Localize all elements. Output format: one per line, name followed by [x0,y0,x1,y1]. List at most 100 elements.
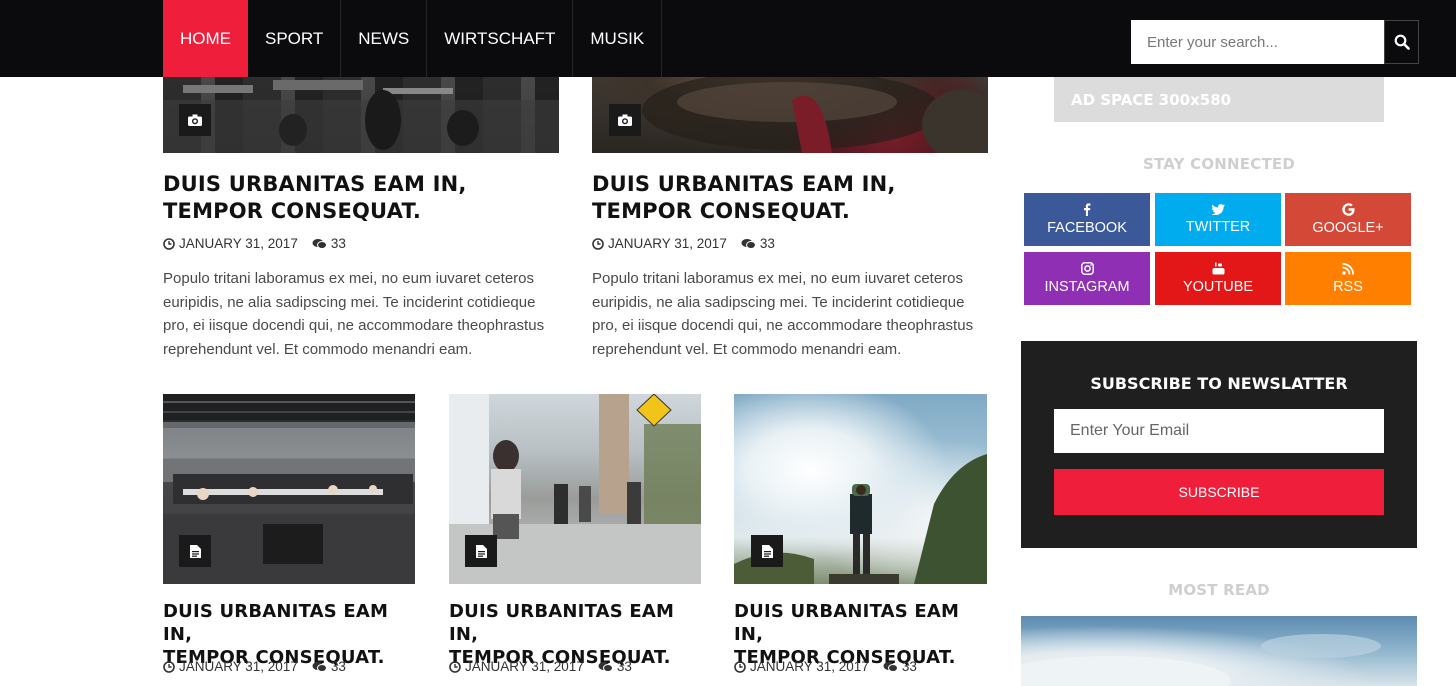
social-label: YOUTUBE [1182,279,1254,295]
comment-count-value: 33 [330,236,346,251]
article-title[interactable]: DUIS URBANITAS EAM IN, TEMPOR CONSEQUAT. [163,171,559,225]
document-icon [475,544,487,558]
ad-label: AD SPACE 300x580 [1071,90,1232,109]
clock-icon [163,237,175,250]
social-label: FACEBOOK [1047,220,1127,236]
media-type-badge [179,104,211,136]
nav-item-news[interactable]: NEWS [341,0,428,77]
clock-icon [449,660,461,673]
comment-count-value: 33 [759,236,775,251]
nav-item-sport[interactable]: SPORT [248,0,342,77]
twitter-icon [1211,204,1225,215]
comment-count[interactable]: 33 [883,659,917,674]
comments-icon [312,661,327,673]
search-icon [1394,34,1410,50]
newsletter-email-field[interactable] [1054,409,1384,453]
excerpt-line: euripidis, ne alia sadipscing mei. Te in… [592,293,965,311]
facebook-icon [1084,203,1091,216]
newsletter-widget: SUBSCRIBE TO NEWSLATTER SUBSCRIBE [1021,341,1417,548]
stay-connected-heading: STAY CONNECTED [1143,155,1295,173]
media-type-badge [751,535,783,567]
article-date: JANUARY 31, 2017 [608,236,727,251]
excerpt-line: euripidis, ne alia sadipscing mei. Te in… [163,293,536,311]
excerpt-line: reprehendunt vel. Et commodo menandri ea… [592,340,902,358]
social-label: INSTAGRAM [1044,279,1130,295]
top-navigation-bar: HOME SPORT NEWS WIRTSCHAFT MUSIK [0,0,1456,77]
article-meta: JANUARY 31, 2017 33 [449,659,632,674]
camera-icon [618,114,632,126]
google-plus-icon [1341,203,1355,216]
article-meta: JANUARY 31, 2017 33 [592,236,775,251]
title-line: DUIS URBANITAS EAM IN, [592,172,896,196]
article-image[interactable] [449,394,701,584]
most-read-heading: MOST READ [1168,581,1270,599]
article-meta: JANUARY 31, 2017 33 [163,659,346,674]
document-icon [761,544,773,558]
comment-count-value: 33 [901,659,917,674]
most-read-article-image[interactable] [1021,616,1417,686]
title-line: DUIS URBANITAS EAM IN, [449,601,675,645]
article-image[interactable] [734,394,987,584]
social-label: RSS [1333,278,1363,295]
comments-icon [883,661,898,673]
youtube-icon [1212,262,1224,275]
comment-count[interactable]: 33 [598,659,632,674]
social-google-plus-button[interactable]: GOOGLE+ [1285,193,1411,246]
comments-icon [741,238,756,250]
clock-icon [163,660,175,673]
article-excerpt: Populo tritani laboramus ex mei, no eum … [163,267,563,361]
excerpt-line: Populo tritani laboramus ex mei, no eum … [592,270,964,287]
article-excerpt: Populo tritani laboramus ex mei, no eum … [592,267,992,361]
social-label: GOOGLE+ [1312,220,1384,236]
subscribe-button[interactable]: SUBSCRIBE [1054,469,1384,515]
social-youtube-button[interactable]: YOUTUBE [1155,252,1281,305]
media-type-badge [609,104,641,136]
social-label: TWITTER [1185,219,1251,235]
social-facebook-button[interactable]: FACEBOOK [1024,193,1150,246]
media-type-badge [179,535,211,567]
excerpt-line: pro, ei iisque docendi qui, ne accommoda… [592,317,974,334]
rss-icon [1342,262,1354,275]
comments-icon [312,238,327,250]
title-line: DUIS URBANITAS EAM IN, [163,172,467,196]
social-twitter-button[interactable]: TWITTER [1155,193,1281,246]
clock-icon [592,237,604,250]
comment-count[interactable]: 33 [312,236,346,251]
comment-count[interactable]: 33 [312,659,346,674]
nav-item-wirtschaft[interactable]: WIRTSCHAFT [427,0,574,77]
title-line: TEMPOR CONSEQUAT. [592,199,850,223]
nav-item-musik[interactable]: MUSIK [573,0,663,77]
title-line: DUIS URBANITAS EAM IN, [163,601,389,645]
camera-icon [188,114,202,126]
article-date: JANUARY 31, 2017 [179,236,298,251]
sky-photo [1021,634,1381,686]
article-date: JANUARY 31, 2017 [750,659,869,674]
search-button[interactable] [1384,20,1419,64]
article-image[interactable] [163,394,415,584]
media-type-badge [465,535,497,567]
article-date: JANUARY 31, 2017 [465,659,584,674]
newsletter-title: SUBSCRIBE TO NEWSLATTER [1090,374,1348,393]
social-rss-button[interactable]: RSS [1285,252,1411,305]
title-line: DUIS URBANITAS EAM IN, [734,601,960,645]
title-line: TEMPOR CONSEQUAT. [163,199,421,223]
instagram-icon [1080,262,1094,275]
main-menu: HOME SPORT NEWS WIRTSCHAFT MUSIK [163,0,663,77]
comment-count-value: 33 [330,659,346,674]
comment-count[interactable]: 33 [741,236,775,251]
excerpt-line: pro, ei iisque docendi qui, ne accommoda… [163,317,545,334]
social-instagram-button[interactable]: INSTAGRAM [1024,252,1150,305]
excerpt-line: Populo tritani laboramus ex mei, no eum … [163,270,535,287]
comment-count-value: 33 [616,659,632,674]
article-meta: JANUARY 31, 2017 33 [163,236,346,251]
document-icon [189,544,201,558]
comments-icon [598,661,613,673]
excerpt-line: reprehendunt vel. Et commodo menandri ea… [163,340,473,358]
article-title[interactable]: DUIS URBANITAS EAM IN, TEMPOR CONSEQUAT. [592,171,988,225]
article-meta: JANUARY 31, 2017 33 [734,659,917,674]
ad-space[interactable]: AD SPACE 300x580 [1054,77,1384,122]
clock-icon [734,660,746,673]
article-date: JANUARY 31, 2017 [179,659,298,674]
nav-item-home[interactable]: HOME [163,0,248,77]
search-input[interactable] [1131,20,1385,64]
